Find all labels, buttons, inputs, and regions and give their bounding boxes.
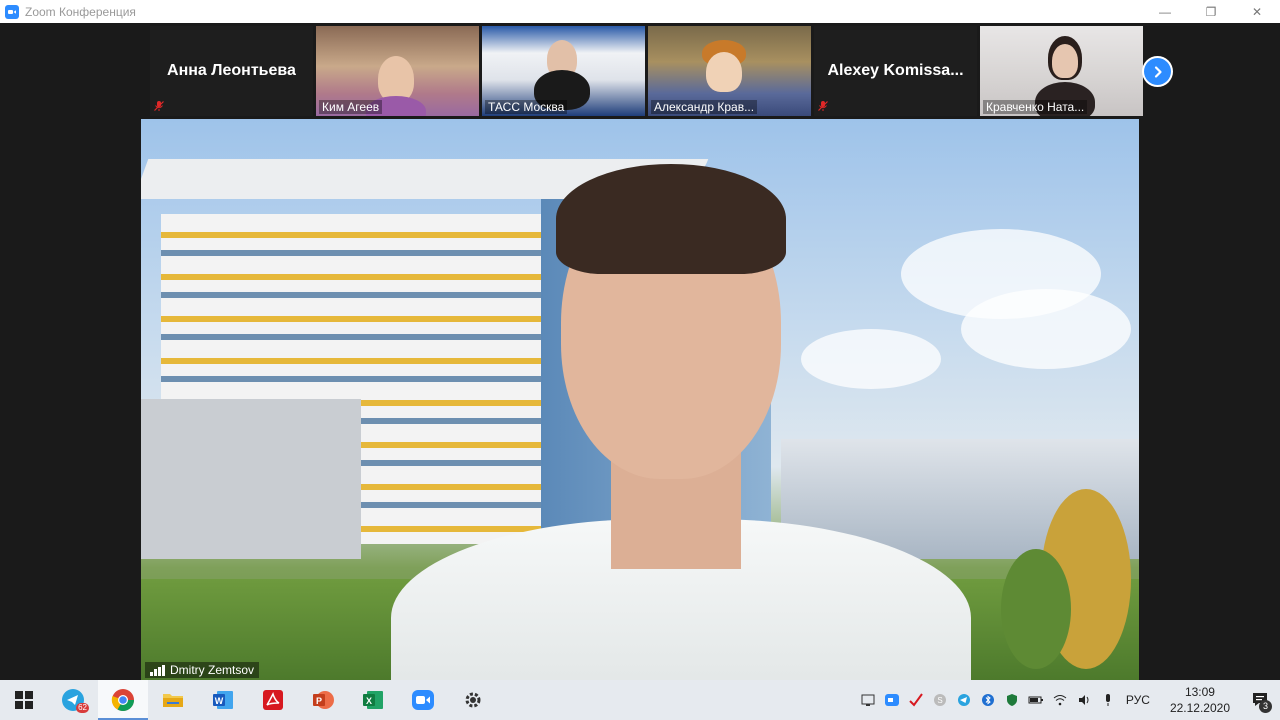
- tray-telegram-icon[interactable]: [952, 680, 976, 720]
- meeting-area: Анна Леонтьева Ким Агеев ТАСС Москва Але…: [0, 23, 1280, 680]
- tray-bluetooth-icon[interactable]: [976, 680, 1000, 720]
- next-page-button[interactable]: [1142, 56, 1173, 87]
- taskbar-file-explorer[interactable]: [148, 680, 198, 720]
- background-cloud: [961, 289, 1131, 369]
- minimize-button[interactable]: —: [1142, 0, 1188, 23]
- connection-signal-icon: [150, 664, 165, 676]
- participant-strip: Анна Леонтьева Ким Агеев ТАСС Москва Але…: [150, 26, 1143, 116]
- participant-name: Анна Леонтьева: [167, 62, 296, 79]
- participant-name: Кравченко Ната...: [983, 100, 1088, 114]
- taskbar-zoom[interactable]: [398, 680, 448, 720]
- participant-video-figure: [706, 52, 742, 92]
- restore-button[interactable]: ❐: [1188, 0, 1234, 23]
- tray-volume-icon[interactable]: [1072, 680, 1096, 720]
- chevron-right-icon: [1154, 65, 1162, 78]
- taskbar-excel[interactable]: X: [348, 680, 398, 720]
- taskbar-acrobat[interactable]: [248, 680, 298, 720]
- taskbar-telegram[interactable]: 62: [48, 680, 98, 720]
- input-language[interactable]: РУС: [1120, 693, 1160, 707]
- participant-name: ТАСС Москва: [485, 100, 568, 114]
- participant-tile[interactable]: Alexey Komissa...: [814, 26, 977, 116]
- acrobat-icon: [263, 690, 283, 710]
- background-building: [141, 399, 361, 559]
- window-title: Zoom Конференция: [25, 4, 136, 19]
- tray-zoom-icon[interactable]: [880, 680, 904, 720]
- svg-text:P: P: [316, 696, 322, 706]
- taskbar-powerpoint[interactable]: P: [298, 680, 348, 720]
- word-icon: W: [213, 691, 233, 709]
- participant-tile[interactable]: Ким Агеев: [316, 26, 479, 116]
- svg-text:W: W: [215, 696, 224, 706]
- clock-date: 22.12.2020: [1169, 701, 1230, 715]
- zoom-app-icon: [5, 4, 19, 19]
- close-button[interactable]: ✕: [1234, 0, 1280, 23]
- chrome-icon: [111, 689, 134, 711]
- windows-logo-icon: [15, 691, 33, 709]
- background-cloud: [801, 329, 941, 389]
- speaker-name: Dmitry Zemtsov: [170, 663, 254, 677]
- tray-security-icon[interactable]: [1000, 680, 1024, 720]
- participant-tile[interactable]: ТАСС Москва: [482, 26, 645, 116]
- participant-video-figure: [1052, 44, 1078, 78]
- svg-text:S: S: [937, 696, 942, 705]
- taskbar: 62 W P X S РУС 13:09 22.12.2020 3: [0, 680, 1280, 720]
- system-clock[interactable]: 13:09 22.12.2020: [1160, 684, 1240, 716]
- tray-battery-icon[interactable]: [1024, 680, 1048, 720]
- tray-microphone-icon[interactable]: [1096, 680, 1120, 720]
- active-speaker-video[interactable]: Dmitry Zemtsov: [141, 119, 1139, 680]
- taskbar-settings[interactable]: [448, 680, 498, 720]
- powerpoint-icon: P: [313, 691, 334, 709]
- system-tray: S РУС 13:09 22.12.2020 3: [856, 680, 1280, 720]
- tray-wifi-icon[interactable]: [1048, 680, 1072, 720]
- participant-tile[interactable]: Александр Крав...: [648, 26, 811, 116]
- tray-cast-icon[interactable]: [856, 680, 880, 720]
- taskbar-word[interactable]: W: [198, 680, 248, 720]
- taskbar-chrome[interactable]: [98, 680, 148, 720]
- tray-skype-icon[interactable]: S: [928, 680, 952, 720]
- muted-mic-icon: [154, 101, 164, 111]
- clock-time: 13:09: [1184, 685, 1215, 699]
- participant-name: Ким Агеев: [319, 100, 383, 114]
- telegram-badge: 62: [76, 703, 89, 713]
- notification-center-button[interactable]: 3: [1240, 680, 1280, 720]
- participant-tile[interactable]: Анна Леонтьева: [150, 26, 313, 116]
- notification-count: 3: [1259, 700, 1272, 713]
- background-tree: [1001, 549, 1071, 669]
- file-explorer-icon: [163, 694, 183, 707]
- start-button[interactable]: [0, 680, 48, 720]
- svg-text:X: X: [366, 696, 372, 706]
- speaker-name-label: Dmitry Zemtsov: [145, 662, 259, 678]
- muted-mic-icon: [818, 101, 828, 111]
- excel-icon: X: [363, 691, 383, 709]
- participant-tile[interactable]: Кравченко Ната...: [980, 26, 1143, 116]
- tray-antivirus-icon[interactable]: [904, 680, 928, 720]
- participant-name: Александр Крав...: [651, 100, 758, 114]
- zoom-icon: [412, 690, 434, 710]
- title-bar: Zoom Конференция — ❐ ✕: [0, 0, 1280, 23]
- settings-icon: [465, 692, 481, 708]
- speaker-hair: [556, 164, 786, 274]
- participant-name: Alexey Komissa...: [827, 62, 964, 79]
